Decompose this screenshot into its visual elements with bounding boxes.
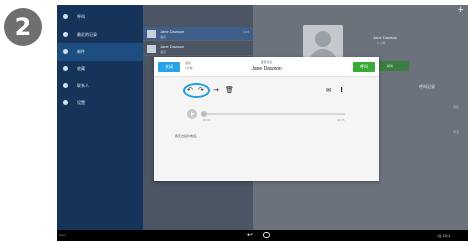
play-button[interactable] [187, 109, 197, 119]
sidebar-item-label: 联系人 [77, 83, 89, 88]
brand-label: cisco [59, 233, 66, 237]
sidebar-item-recents[interactable]: 最近的记录 [57, 26, 143, 44]
status-text: ◁) 10:1 [437, 233, 451, 238]
list-item-name: Jane Dawson [160, 29, 185, 34]
step-number-badge: 2 [4, 8, 42, 46]
back-icon[interactable]: ↩ [247, 231, 253, 239]
history-time: 周四 [453, 105, 460, 109]
dialog-subtitle: 语音消息 [260, 60, 273, 64]
list-item-time: 10:0 [243, 30, 249, 34]
mail-icon[interactable]: ✉ [326, 87, 331, 94]
contact-status: 2 小时 [377, 41, 386, 45]
home-icon[interactable] [263, 232, 270, 238]
top-bar: + [57, 5, 468, 17]
list-item-sub: 语音 [160, 35, 167, 39]
sidebar-item-favorites[interactable]: 收藏 [57, 60, 143, 78]
avatar-head [315, 31, 331, 47]
sidebar: 呼叫 最近的记录 邮件 收藏 联系人 设置 [57, 5, 143, 230]
contact-name: Jane Dawson [373, 35, 398, 40]
voicemail-icon [147, 45, 156, 53]
highlight-ring [183, 83, 210, 98]
dialog-header: 关闭 语音 1分钟 语音消息 Jane Dawson 呼叫 [154, 57, 379, 77]
call-back-button[interactable]: 呼叫 [353, 62, 375, 72]
voicemail-dialog: 关闭 语音 1分钟 语音消息 Jane Dawson 呼叫 ↶ ↷ → 🗑 ✉ … [154, 57, 379, 181]
call-history-heading: 呼叫记录 [419, 84, 435, 89]
star-icon [63, 66, 68, 71]
transcript-text: 我无法接听电话。 [175, 134, 200, 138]
list-item-name: Jane Dawson [160, 44, 185, 49]
list-item[interactable]: Jane Dawson 语音 10:0 [143, 27, 253, 41]
alert-icon[interactable]: ! [340, 87, 343, 94]
playback-time-start: 00:00 [203, 118, 211, 122]
person-icon [63, 83, 68, 88]
gear-icon [63, 100, 68, 105]
sidebar-item-label: 设置 [77, 100, 85, 105]
list-item-sub: 语音 [160, 50, 167, 54]
sidebar-item-label: 最近的记录 [77, 32, 97, 37]
sidebar-item-contacts[interactable]: 联系人 [57, 77, 143, 95]
navigation-bar: cisco ↩ ◁) 10:1 [57, 230, 468, 241]
sidebar-item-label: 收藏 [77, 66, 85, 71]
mail-icon [63, 49, 68, 54]
playback-track[interactable] [203, 113, 345, 115]
voicemail-icon [147, 30, 156, 38]
delete-icon[interactable]: 🗑 [225, 87, 234, 94]
plus-icon[interactable]: + [457, 6, 464, 14]
sidebar-item-settings[interactable]: 设置 [57, 94, 143, 112]
forward-icon[interactable]: → [213, 87, 219, 94]
sidebar-item-mail[interactable]: 邮件 [57, 43, 143, 61]
device-screen: 呼叫 最近的记录 邮件 收藏 联系人 设置 Jane Dawson 语音 10:… [57, 5, 468, 241]
playback-time-end: 00:15 [337, 118, 345, 122]
sidebar-item-label: 邮件 [77, 49, 85, 54]
list-item[interactable]: Jane Dawson 语音 [143, 42, 253, 56]
playback-knob[interactable] [201, 111, 207, 117]
clock-icon [63, 32, 68, 37]
dialog-title: Jane Dawson [251, 66, 282, 72]
history-time: 周五 [453, 130, 460, 134]
tutorial-screenshot: 2 呼叫 最近的记录 邮件 收藏 联系人 设置 Jane Dawson 语音 1… [0, 0, 468, 241]
